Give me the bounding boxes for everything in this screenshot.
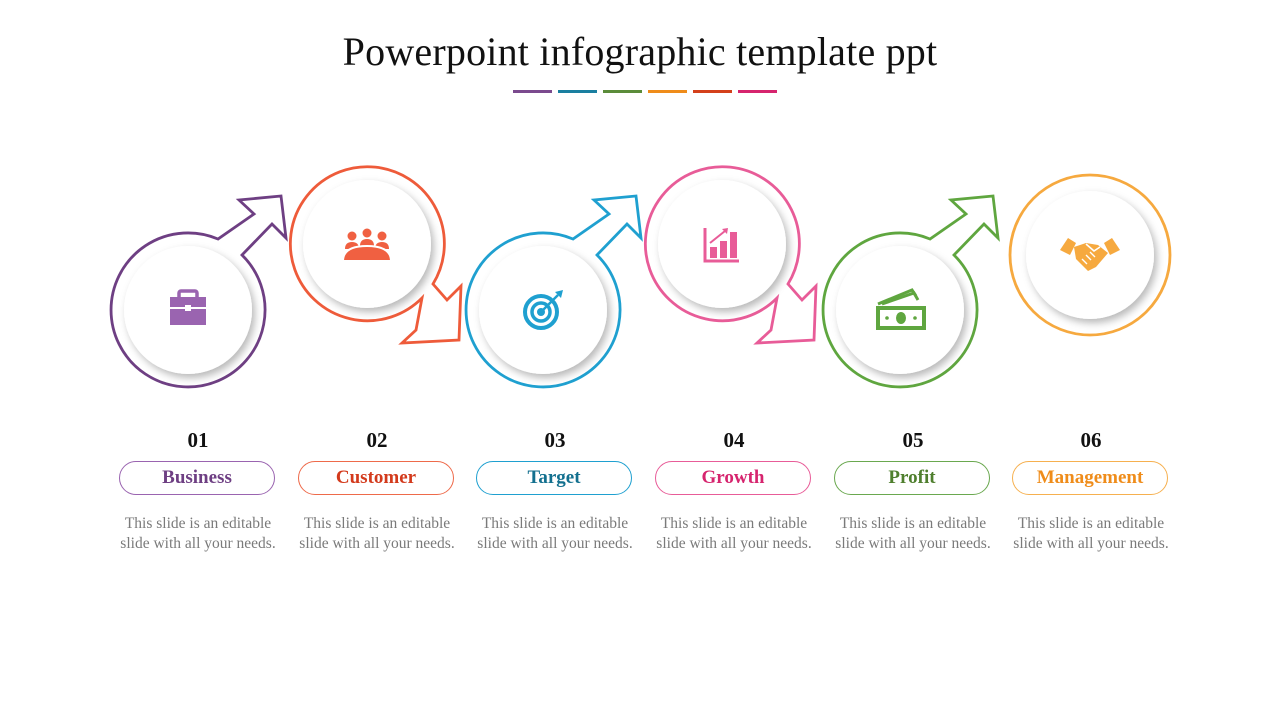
step-number: 02	[366, 428, 388, 452]
process-diagram	[109, 165, 1172, 389]
step-number: 03	[544, 428, 566, 452]
step-4-graphic	[643, 165, 818, 345]
step-number: 04	[723, 428, 745, 452]
step-description: This slide is an editable slide with all…	[120, 515, 276, 552]
step-description: This slide is an editable slide with all…	[299, 515, 455, 552]
step-1-graphic	[109, 194, 288, 389]
step-label-pill: Customer	[298, 461, 454, 495]
team-meeting-icon	[341, 228, 393, 262]
step-number: 01	[187, 428, 209, 452]
step-label-pill: Growth	[655, 461, 811, 495]
step-description: This slide is an editable slide with all…	[1013, 515, 1169, 552]
step-2-graphic	[288, 165, 463, 345]
step-label-pill: Profit	[834, 461, 990, 495]
step-label-pill: Business	[119, 461, 275, 495]
step-description: This slide is an editable slide with all…	[835, 515, 991, 552]
step-description: This slide is an editable slide with all…	[656, 515, 812, 552]
step-description: This slide is an editable slide with all…	[477, 515, 633, 552]
step-label-pill: Management	[1012, 461, 1168, 495]
step-3-graphic	[464, 194, 643, 389]
step-number: 06	[1080, 428, 1102, 452]
step-5-graphic	[821, 194, 1000, 389]
step-number: 05	[902, 428, 924, 452]
step-6-graphic	[1008, 173, 1172, 337]
step-label-pill: Target	[476, 461, 632, 495]
